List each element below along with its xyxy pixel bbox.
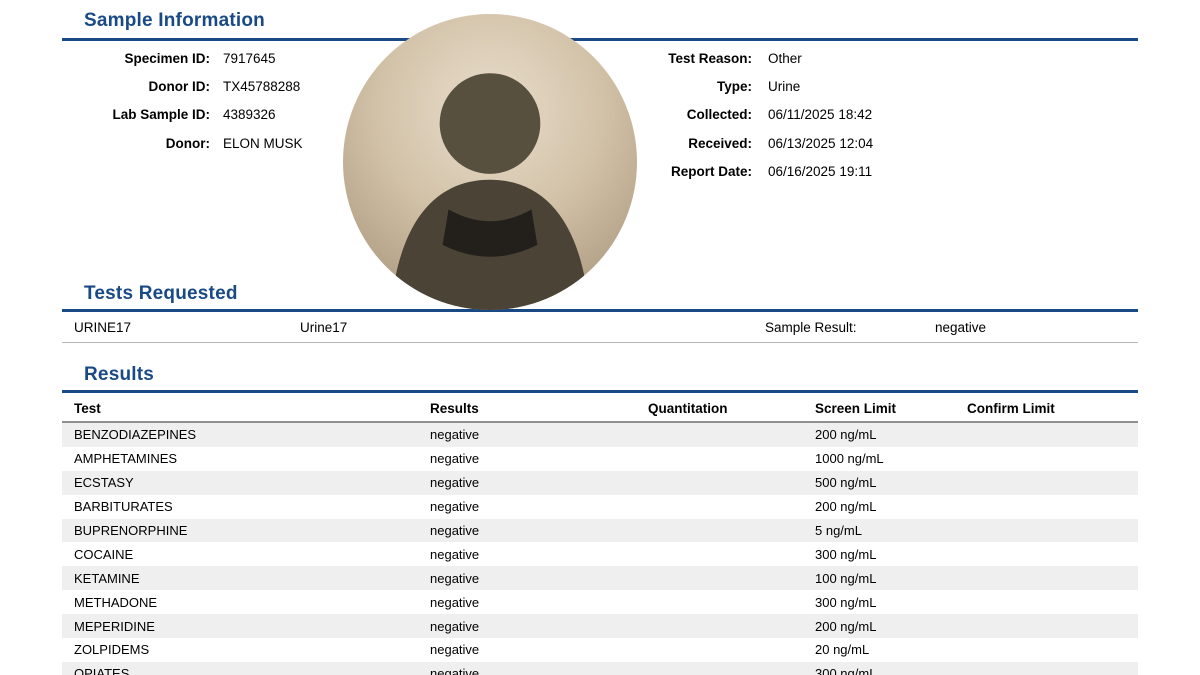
column-header: Results [430, 401, 648, 416]
results-table-body: BENZODIAZEPINESnegative200 ng/mLAMPHETAM… [62, 423, 1138, 675]
table-cell-test: METHADONE [74, 595, 430, 610]
field-label: Lab Sample ID: [62, 107, 210, 122]
panel-name: Urine17 [300, 320, 347, 335]
column-header: Confirm Limit [967, 401, 1138, 416]
table-row: BARBITURATESnegative 200 ng/mL [62, 495, 1138, 519]
sample-information-title: Sample Information [84, 10, 265, 32]
table-cell-result: negative [430, 595, 648, 610]
table-row: ECSTASYnegative 500 ng/mL [62, 471, 1138, 495]
field-value: TX45788288 [223, 79, 300, 94]
info-field: Donor: ELON MUSK [62, 129, 303, 157]
table-row: KETAMINEnegative 100 ng/mL [62, 566, 1138, 590]
field-label: Donor: [62, 136, 210, 151]
field-value: Urine [768, 79, 800, 94]
table-cell-screen_limit: 100 ng/mL [815, 571, 967, 586]
table-cell-screen_limit: 300 ng/mL [815, 547, 967, 562]
table-cell-test: BUPRENORPHINE [74, 523, 430, 538]
table-cell-result: negative [430, 427, 648, 442]
donor-photo [343, 14, 637, 310]
table-cell-test: BENZODIAZEPINES [74, 427, 430, 442]
table-cell-screen_limit: 300 ng/mL [815, 666, 967, 675]
table-cell-test: ZOLPIDEMS [74, 642, 430, 657]
table-cell-screen_limit: 20 ng/mL [815, 642, 967, 657]
results-table-header: TestResultsQuantitationScreen LimitConfi… [62, 396, 1138, 423]
table-cell-test: KETAMINE [74, 571, 430, 586]
field-value: 7917645 [223, 51, 276, 66]
lab-report-document: Sample Information Specimen ID: 7917645 Do… [0, 0, 1200, 675]
table-row: MEPERIDINEnegative 200 ng/mL [62, 614, 1138, 638]
table-cell-screen_limit: 1000 ng/mL [815, 451, 967, 466]
table-row: BENZODIAZEPINESnegative 200 ng/mL [62, 423, 1138, 447]
column-header: Test [74, 401, 430, 416]
column-header: Quantitation [648, 401, 815, 416]
info-field: Test Reason:Other [600, 44, 873, 72]
info-field: Type:Urine [600, 72, 873, 100]
tests-requested-row: URINE17 Urine17 Sample Result: negative [62, 313, 1138, 343]
table-cell-result: negative [430, 642, 648, 657]
field-value: 06/11/2025 18:42 [768, 107, 872, 122]
table-row: COCAINEnegative 300 ng/mL [62, 542, 1138, 566]
table-cell-screen_limit: 200 ng/mL [815, 499, 967, 514]
tests-requested-title: Tests Requested [84, 283, 238, 305]
table-cell-test: AMPHETAMINES [74, 451, 430, 466]
info-field: Received:06/13/2025 12:04 [600, 129, 873, 157]
table-cell-result: negative [430, 571, 648, 586]
table-row: BUPRENORPHINEnegative 5 ng/mL [62, 519, 1138, 543]
field-label: Donor ID: [62, 79, 210, 94]
field-value: 06/16/2025 19:11 [768, 164, 872, 179]
table-row: OPIATESnegative 300 ng/mL [62, 662, 1138, 675]
table-row: ZOLPIDEMSnegative 20 ng/mL [62, 638, 1138, 662]
info-field: Report Date:06/16/2025 19:11 [600, 158, 873, 186]
sample-result-value: negative [935, 320, 986, 335]
info-field: Lab Sample ID: 4389326 [62, 101, 303, 129]
table-row: AMPHETAMINESnegative 1000 ng/mL [62, 447, 1138, 471]
field-value: ELON MUSK [223, 136, 303, 151]
table-cell-result: negative [430, 451, 648, 466]
sample-result-label: Sample Result: [765, 320, 857, 335]
table-cell-test: COCAINE [74, 547, 430, 562]
table-cell-screen_limit: 200 ng/mL [815, 619, 967, 634]
info-field: Collected:06/11/2025 18:42 [600, 101, 873, 129]
table-cell-test: MEPERIDINE [74, 619, 430, 634]
table-cell-screen_limit: 5 ng/mL [815, 523, 967, 538]
panel-code: URINE17 [74, 320, 131, 335]
table-cell-result: negative [430, 475, 648, 490]
table-cell-test: BARBITURATES [74, 499, 430, 514]
table-cell-result: negative [430, 666, 648, 675]
column-header: Screen Limit [815, 401, 967, 416]
table-cell-test: OPIATES [74, 666, 430, 675]
field-label: Specimen ID: [62, 51, 210, 66]
table-cell-screen_limit: 200 ng/mL [815, 427, 967, 442]
field-value: 06/13/2025 12:04 [768, 136, 873, 151]
table-row: METHADONEnegative 300 ng/mL [62, 590, 1138, 614]
sample-info-left-fields: Specimen ID: 7917645 Donor ID: TX45788288 La… [62, 44, 303, 158]
table-cell-screen_limit: 500 ng/mL [815, 475, 967, 490]
results-table: TestResultsQuantitationScreen LimitConfi… [62, 396, 1138, 675]
table-cell-screen_limit: 300 ng/mL [815, 595, 967, 610]
info-field: Donor ID: TX45788288 [62, 72, 303, 100]
table-cell-test: ECSTASY [74, 475, 430, 490]
section-divider [62, 390, 1138, 393]
table-cell-result: negative [430, 499, 648, 514]
field-value: Other [768, 51, 802, 66]
results-title: Results [84, 364, 154, 386]
person-silhouette-icon [343, 14, 637, 310]
sample-info-right-fields: Test Reason:OtherType:UrineCollected:06/… [600, 44, 873, 186]
field-value: 4389326 [223, 107, 276, 122]
table-cell-result: negative [430, 619, 648, 634]
info-field: Specimen ID: 7917645 [62, 44, 303, 72]
table-cell-result: negative [430, 523, 648, 538]
table-cell-result: negative [430, 547, 648, 562]
